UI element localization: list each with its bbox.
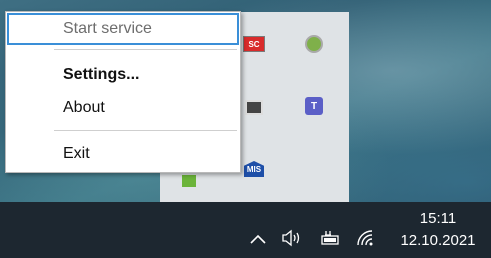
- teams-icon-label: T: [305, 97, 323, 115]
- menu-item-exit[interactable]: Exit: [7, 138, 239, 170]
- battery-charging-icon[interactable]: [318, 226, 342, 250]
- tray-context-menu: Start service Settings... About Exit: [5, 11, 241, 173]
- taskbar-clock[interactable]: 15:11 12.10.2021: [390, 205, 486, 255]
- printer-icon[interactable]: [243, 96, 265, 118]
- menu-item-settings[interactable]: Settings...: [7, 59, 239, 91]
- mis-app-icon-label: MIS: [244, 161, 264, 177]
- sc-app-icon-label: SC: [243, 36, 265, 52]
- menu-item-start-service[interactable]: Start service: [7, 13, 239, 45]
- clock-time: 15:11: [419, 210, 457, 227]
- menu-separator: [54, 49, 237, 50]
- speaker-icon[interactable]: [280, 226, 304, 250]
- teams-icon[interactable]: T: [303, 95, 325, 117]
- sc-app-icon[interactable]: SC: [243, 33, 265, 55]
- wifi-icon[interactable]: [354, 226, 378, 250]
- menu-item-about[interactable]: About: [7, 92, 239, 124]
- green-app-icon[interactable]: [178, 170, 200, 192]
- chevron-up-icon[interactable]: [248, 229, 268, 249]
- lock-shield-icon[interactable]: [303, 33, 325, 55]
- mis-app-icon[interactable]: MIS: [243, 158, 265, 180]
- menu-separator: [54, 130, 237, 131]
- clock-date: 12.10.2021: [400, 232, 476, 249]
